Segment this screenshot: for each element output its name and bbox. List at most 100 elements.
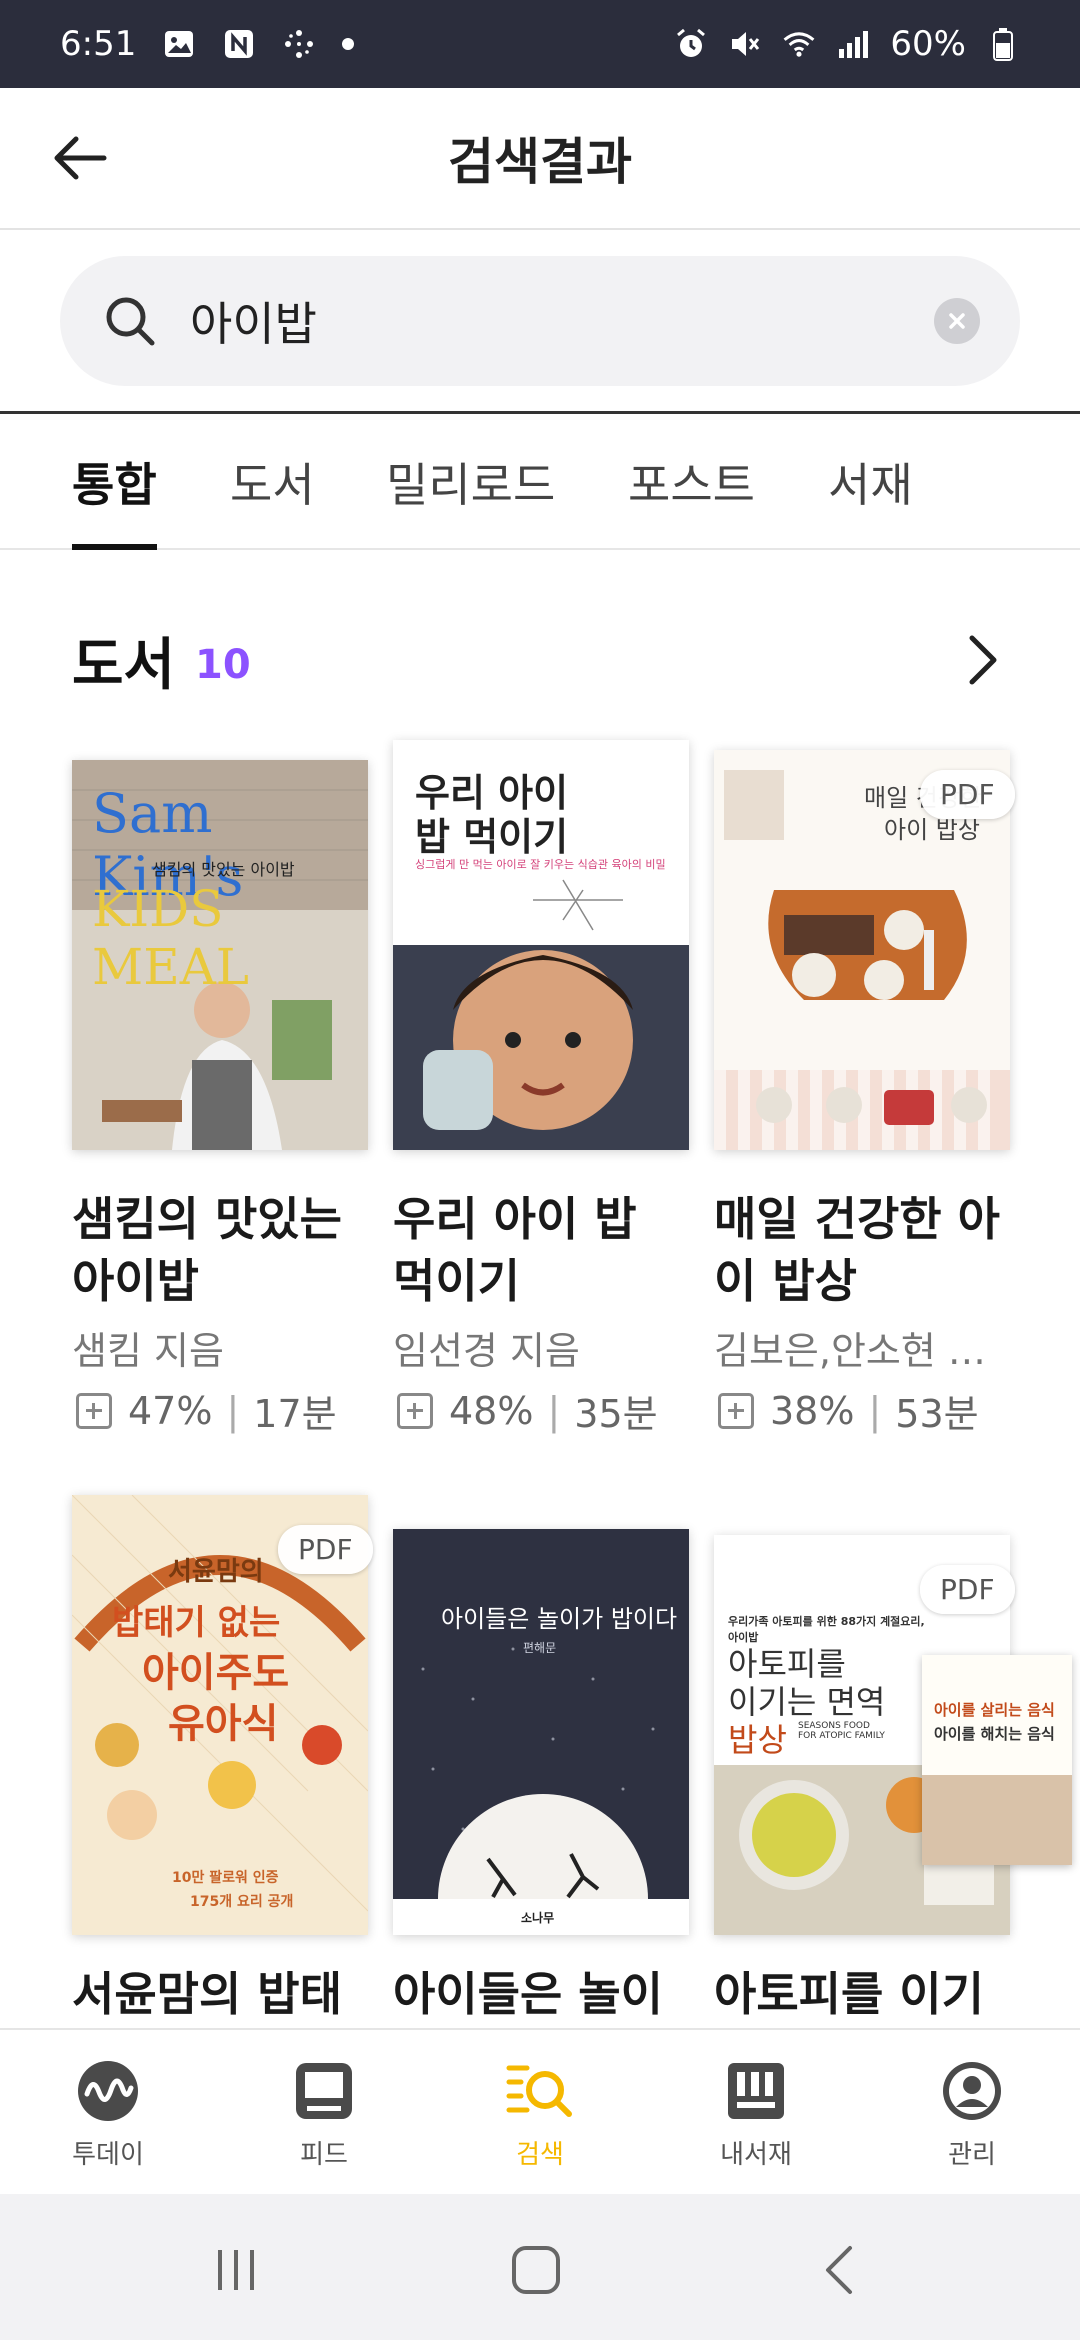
clear-icon[interactable] — [934, 298, 980, 344]
dot-icon — [342, 38, 355, 50]
mute-icon — [728, 27, 762, 61]
search-bar[interactable]: 아이밥 — [60, 256, 1020, 386]
book-title[interactable]: 우리 아이 밥 먹이기 — [393, 1188, 693, 1312]
cover-subtitle-en: SEASONS FOOD FOR ATOPIC FAMILY — [798, 1721, 885, 1741]
bottom-navigation: 투데이 피드 검색 내서재 관리 — [0, 2028, 1080, 2194]
nav-label: 관리 — [948, 2140, 996, 2170]
book-cover[interactable]: Sam Kim's 샘킴의 맛있는 아이밥 KIDS MEAL — [72, 760, 368, 1150]
book-author: 임선경 지음 — [393, 1329, 580, 1373]
book-card[interactable]: 아이들은 놀이가 밥이다 편해문 소나무 아이들은 놀이 — [393, 1495, 693, 2035]
book-title[interactable]: 샘킴의 맛있는 아이밥 — [72, 1188, 372, 1312]
nav-label: 피드 — [300, 2140, 348, 2170]
book-author: 김보은,안소현 … — [714, 1329, 986, 1373]
tab-milli-road[interactable]: 밀리로드 — [386, 414, 555, 550]
book-cover[interactable]: 우리 아이 밥 먹이기 싱그럽게 만 먹는 아이로 잘 키우는 식습관 육아의 … — [393, 740, 689, 1150]
book-progress: 48% — [449, 1388, 534, 1433]
add-to-library-icon[interactable] — [718, 1392, 754, 1429]
nav-feed[interactable]: 피드 — [216, 2030, 432, 2196]
book-cover[interactable]: 아이들은 놀이가 밥이다 편해문 소나무 — [393, 1529, 689, 1935]
recent-apps-icon[interactable] — [196, 2230, 276, 2310]
battery-percent: 60% — [890, 24, 966, 64]
n-notification-icon — [222, 27, 256, 61]
pdf-badge: PDF — [278, 1525, 373, 1574]
cover-note: 175개 요리 공개 — [190, 1894, 294, 1910]
search-list-icon — [505, 2056, 575, 2126]
cover-author: 편해문 — [523, 1641, 557, 1655]
book-progress: 47% — [128, 1388, 213, 1433]
alarm-icon — [674, 27, 708, 61]
nav-label: 내서재 — [720, 2140, 792, 2170]
tab-bar: 통합 도서 밀리로드 포스트 서재 — [0, 414, 1080, 550]
nav-label: 검색 — [516, 2140, 564, 2170]
back-arrow-icon[interactable] — [40, 118, 120, 198]
stat-divider: | — [226, 1388, 240, 1433]
system-navigation-bar — [0, 2194, 1080, 2340]
feed-icon — [289, 2056, 359, 2126]
section-title: 도서 — [72, 632, 176, 698]
nav-library[interactable]: 내서재 — [648, 2030, 864, 2196]
book-progress: 38% — [770, 1388, 855, 1433]
pdf-badge: PDF — [920, 770, 1015, 819]
book-title[interactable]: 매일 건강한 아이 밥상 — [714, 1188, 1014, 1312]
book-card[interactable]: Sam Kim's 샘킴의 맛있는 아이밥 KIDS MEAL 샘킴의 맛있는 … — [72, 740, 372, 1460]
cover-note: 10만 팔로워 인증 — [172, 1870, 279, 1886]
book-title[interactable]: 아이들은 놀이 — [393, 1963, 693, 2025]
overlay-cover-line2: 아이를 해치는 음식 — [934, 1725, 1055, 1743]
cover-title-line2: 밥태기 없는 — [112, 1603, 281, 1643]
book-stats: 38% | 53분 — [718, 1383, 979, 1438]
books-section-header: 도서 10 — [72, 610, 1012, 710]
book-title[interactable]: 아토피를 이기 — [714, 1963, 1014, 2025]
library-icon — [721, 2056, 791, 2126]
overlay-cover-line1: 아이를 살리는 음식 — [934, 1701, 1055, 1719]
system-back-icon[interactable] — [802, 2230, 882, 2310]
section-count: 10 — [195, 642, 251, 688]
chevron-right-icon[interactable] — [952, 630, 1012, 690]
cover-title-kids: KIDS MEAL — [92, 880, 250, 996]
tab-books[interactable]: 도서 — [230, 414, 315, 550]
stat-divider: | — [547, 1388, 561, 1433]
tab-post[interactable]: 포스트 — [628, 414, 755, 550]
add-to-library-icon[interactable] — [76, 1392, 112, 1429]
tab-library[interactable]: 서재 — [828, 414, 913, 550]
status-time: 6:51 — [60, 24, 137, 64]
search-area: 아이밥 — [0, 230, 1080, 414]
today-icon — [73, 2056, 143, 2126]
profile-icon — [937, 2056, 1007, 2126]
page-title: 검색결과 — [448, 133, 632, 191]
home-icon[interactable] — [496, 2230, 576, 2310]
gallery-icon — [162, 27, 196, 61]
add-to-library-icon[interactable] — [397, 1392, 433, 1429]
overlay-cover-photo — [922, 1775, 1072, 1865]
search-input[interactable]: 아이밥 — [190, 288, 934, 354]
cover-publisher: 소나무 — [521, 1911, 555, 1925]
signal-icon — [836, 27, 870, 61]
nav-today[interactable]: 투데이 — [0, 2030, 216, 2196]
cover-subtitle: 싱그럽게 만 먹는 아이로 잘 키우는 식습관 육아의 비밀 — [415, 858, 666, 871]
status-bar: 6:51 60% — [0, 0, 1080, 88]
pdf-badge: PDF — [920, 1565, 1015, 1614]
app-header: 검색결과 — [0, 88, 1080, 230]
cover-title-line1: 서윤맘의 — [168, 1557, 264, 1587]
nav-label: 투데이 — [72, 2140, 144, 2170]
book-card[interactable]: 우리가족 아토피를 위한 88가지 계절요리, 아이밥 아토피를 이기는 면역 … — [714, 1495, 1072, 2035]
book-stats: 47% | 17분 — [76, 1383, 337, 1438]
tab-integrated[interactable]: 통합 — [72, 414, 157, 550]
cover-title-line2: 밥 먹이기 — [415, 815, 569, 859]
book-author: 샘킴 지음 — [72, 1329, 224, 1373]
sparkle-icon — [282, 27, 316, 61]
book-read-time: 17분 — [253, 1392, 337, 1436]
book-read-time: 53분 — [895, 1392, 979, 1436]
battery-icon — [986, 27, 1020, 61]
cover-subtitle: 샘킴의 맛있는 아이밥 — [152, 860, 295, 879]
nav-manage[interactable]: 관리 — [864, 2030, 1080, 2196]
stat-divider: | — [868, 1388, 882, 1433]
book-card[interactable]: 서윤맘의 밥태기 없는 아이주도 유아식 10만 팔로워 인증 175개 요리 … — [72, 1495, 373, 2035]
book-card[interactable]: 우리 아이 밥 먹이기 싱그럽게 만 먹는 아이로 잘 키우는 식습관 육아의 … — [393, 740, 693, 1460]
nav-search[interactable]: 검색 — [432, 2030, 648, 2196]
search-icon — [100, 291, 160, 351]
wifi-icon — [782, 27, 816, 61]
book-title[interactable]: 서윤맘의 밥태 — [72, 1963, 372, 2025]
cover-title-line4: 유아식 — [168, 1701, 279, 1747]
overlay-book-cover: 아이를 살리는 음식 아이를 해치는 음식 — [922, 1655, 1072, 1865]
book-card[interactable]: 매일 건강한 아이 밥상 PDF 매일 건강한 아이 밥상 김보은,안소현 … … — [714, 740, 1015, 1460]
